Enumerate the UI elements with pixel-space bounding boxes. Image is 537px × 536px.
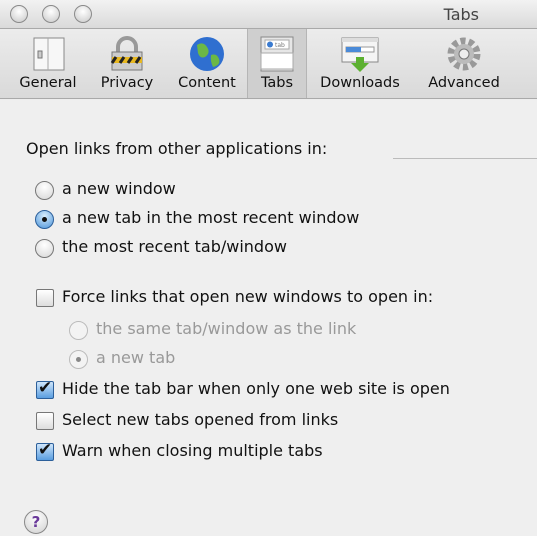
minimize-button[interactable] (42, 5, 60, 23)
warn-closing-checkbox[interactable] (36, 440, 54, 461)
separator (393, 158, 537, 159)
gear-icon (447, 37, 481, 71)
open-links-label: Open links from other applications in: (26, 139, 328, 158)
title-bar: Tabs (0, 0, 537, 29)
toolbar-downloads[interactable]: Downloads (312, 29, 408, 98)
radio-new-tab[interactable] (69, 350, 88, 369)
radio-label[interactable]: a new tab (96, 348, 175, 367)
hide-tab-bar-checkbox[interactable] (36, 378, 54, 399)
checkbox-label[interactable]: Hide the tab bar when only one web site … (62, 379, 450, 398)
padlock-icon (110, 36, 143, 71)
toolbar-advanced[interactable]: Advanced (418, 29, 510, 98)
toolbar-label: Content (178, 75, 236, 91)
radio-new-tab-recent-window[interactable] (35, 210, 54, 229)
tabs-icon: tab (260, 36, 294, 72)
checkbox-label[interactable]: Warn when closing multiple tabs (62, 441, 323, 460)
help-button[interactable]: ? (24, 510, 48, 534)
preferences-toolbar: General Privacy Content tab Tabs Downloa… (0, 29, 537, 99)
radio-label[interactable]: a new window (62, 179, 176, 198)
radio-label[interactable]: the same tab/window as the link (96, 319, 356, 338)
toolbar-tabs[interactable]: tab Tabs (247, 29, 307, 98)
tabs-pane (0, 100, 537, 536)
light-switch-icon (33, 37, 65, 71)
radio-same-tab[interactable] (69, 321, 88, 340)
toolbar-content[interactable]: Content (170, 29, 244, 98)
toolbar-label: Privacy (100, 75, 154, 91)
download-icon (341, 37, 379, 72)
toolbar-privacy[interactable]: Privacy (95, 29, 159, 98)
checkbox-label[interactable]: Force links that open new windows to ope… (62, 287, 433, 306)
select-new-tabs-checkbox[interactable] (36, 412, 54, 430)
toolbar-label: Downloads (320, 75, 400, 91)
toolbar-label: Advanced (428, 75, 500, 91)
radio-new-window[interactable] (35, 181, 54, 200)
zoom-button[interactable] (74, 5, 92, 23)
radio-label[interactable]: a new tab in the most recent window (62, 208, 359, 227)
toolbar-label: General (19, 75, 77, 91)
globe-icon (190, 37, 224, 71)
toolbar-label: Tabs (260, 75, 294, 91)
checkbox-label[interactable]: Select new tabs opened from links (62, 410, 338, 429)
close-button[interactable] (10, 5, 28, 23)
force-links-checkbox[interactable] (36, 289, 54, 307)
toolbar-general[interactable]: General (14, 29, 82, 98)
radio-label[interactable]: the most recent tab/window (62, 237, 287, 256)
svg-text:tab: tab (275, 42, 285, 49)
radio-most-recent-tab[interactable] (35, 239, 54, 258)
window-title: Tabs (443, 5, 479, 24)
